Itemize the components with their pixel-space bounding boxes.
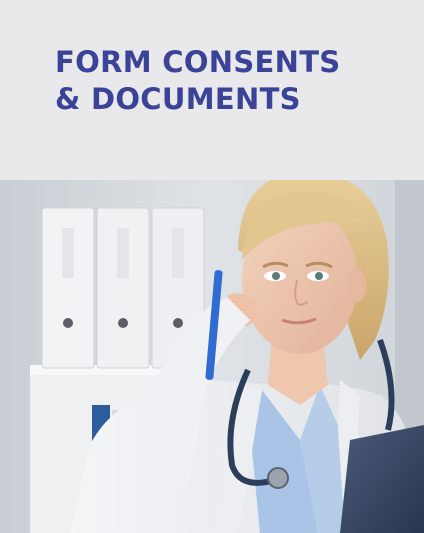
form-consents-card[interactable]: FORM CONSENTS & DOCUMENTS — [0, 0, 424, 533]
card-title-line-1: FORM CONSENTS — [55, 45, 341, 79]
monitor — [340, 425, 424, 533]
card-title-line-2: & DOCUMENTS — [55, 82, 301, 116]
card-header: FORM CONSENTS & DOCUMENTS — [0, 0, 424, 180]
card-title: FORM CONSENTS & DOCUMENTS — [55, 44, 404, 118]
doctor-photo — [0, 180, 424, 533]
